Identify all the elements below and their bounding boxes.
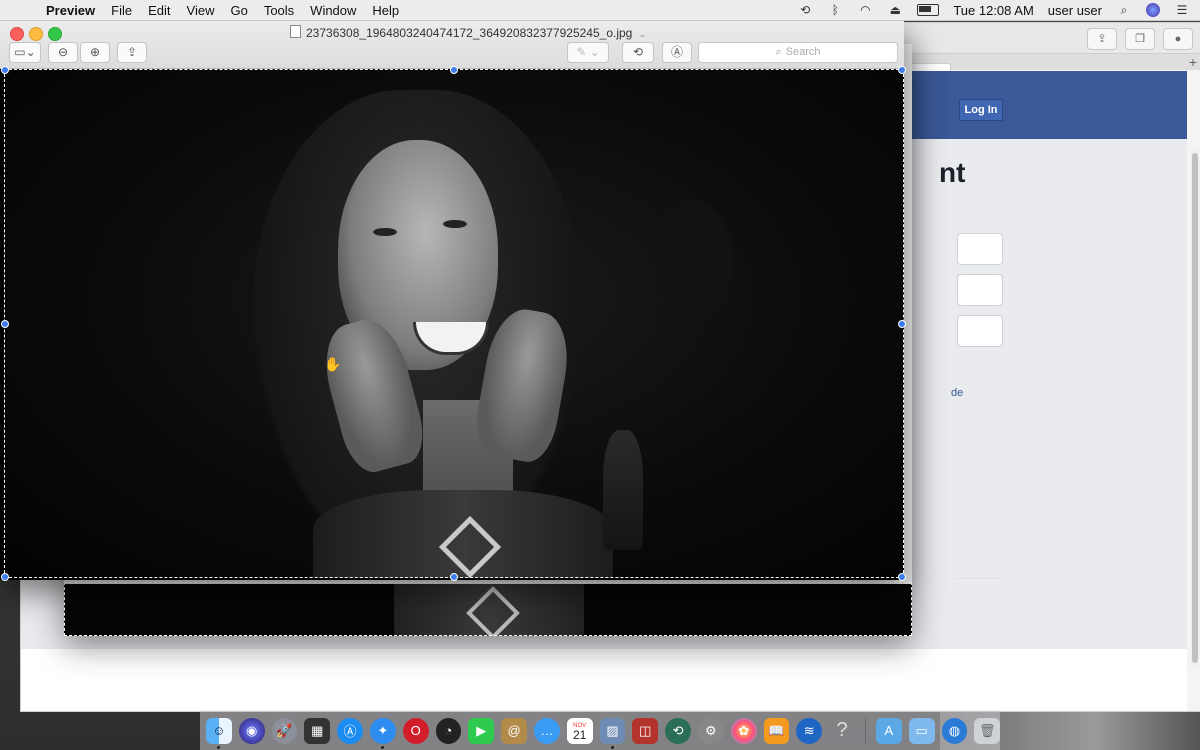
menu-edit[interactable]: Edit [148, 3, 170, 18]
notification-center-icon[interactable]: ☰ [1174, 3, 1190, 17]
browser-scrollbar-thumb[interactable] [1192, 153, 1198, 663]
chevron-down-icon[interactable]: ⌄ [639, 29, 647, 39]
menu-tools[interactable]: Tools [264, 3, 294, 18]
share-icon[interactable]: ⇪ [1087, 28, 1117, 50]
preview-titlebar: 23736308_1964803240474172_36492083237792… [0, 20, 904, 69]
page-heading-fragment: nt [939, 157, 966, 188]
markup-pen-icon[interactable]: ✎ ⌄ [567, 42, 609, 63]
selection-handle-bottom-left[interactable] [1, 573, 9, 581]
share-icon[interactable]: ⇪ [117, 42, 147, 63]
menubar-status-area: ⟲ ᛒ ◠ ⏏ Tue 12:08 AM user user ⌕ ☰ [797, 0, 1190, 20]
contacts-icon[interactable]: @ [501, 717, 527, 744]
photo-background-object [603, 430, 643, 550]
close-window-button[interactable] [10, 27, 24, 41]
calendar-icon[interactable]: NOV 21 [566, 717, 593, 744]
document-icon [290, 25, 301, 38]
selection-handle-top[interactable] [450, 66, 458, 74]
selection-handle-top-right[interactable] [898, 66, 906, 74]
photo-background-shadow [653, 200, 733, 320]
rotate-icon[interactable]: ⟲ [622, 42, 654, 63]
new-tab-icon[interactable]: + [1189, 54, 1197, 70]
menu-go[interactable]: Go [230, 3, 247, 18]
dashboard-icon[interactable]: ◔ [435, 717, 462, 744]
trash-icon[interactable]: 🗑 [974, 717, 1001, 744]
login-button[interactable]: Log In [959, 99, 1003, 121]
running-indicator [217, 745, 220, 749]
time-machine-icon[interactable]: ⟲ [797, 3, 813, 17]
selection-handle-top-left[interactable] [1, 66, 9, 74]
site-footer [21, 649, 1187, 711]
mission-control-icon[interactable]: ▦ [304, 717, 331, 744]
menu-help[interactable]: Help [372, 3, 399, 18]
tabs-overview-icon[interactable]: ❐ [1125, 28, 1155, 50]
safari-icon[interactable]: ✦ [369, 717, 396, 749]
running-indicator [380, 745, 384, 749]
eject-icon[interactable]: ⏏ [887, 3, 903, 17]
preview-icon[interactable]: ▨ [599, 717, 626, 749]
bluetooth-icon[interactable]: ᛒ [827, 3, 843, 17]
zoom-out-icon[interactable]: ⊖ [48, 42, 78, 63]
zoom-in-icon[interactable]: ⊕ [80, 42, 110, 63]
menubar-clock[interactable]: Tue 12:08 AM [953, 3, 1033, 18]
system-preferences-icon[interactable]: ⚙ [697, 717, 724, 744]
unknown-app-question-icon[interactable]: ? [829, 718, 855, 744]
sidebar-toggle-icon[interactable]: ▭⌄ [9, 42, 41, 63]
photo-canvas[interactable] [3, 70, 903, 578]
document-title-text: 23736308_1964803240474172_36492083237792… [306, 26, 633, 40]
selection-marquee-background [64, 582, 912, 636]
page-link-fragment[interactable]: de [951, 387, 963, 399]
openoffice-icon[interactable]: ≋ [796, 717, 823, 744]
siri-icon[interactable] [1146, 3, 1160, 17]
app-menu[interactable]: Preview [46, 3, 95, 18]
photos-icon[interactable]: ✿ [730, 717, 757, 744]
calendar-day: 21 [572, 727, 587, 742]
photo-eye-right [443, 220, 467, 228]
menu-view[interactable]: View [187, 3, 215, 18]
selection-handle-bottom[interactable] [450, 573, 458, 581]
time-machine-icon[interactable]: ⟲ [665, 717, 691, 744]
facetime-icon[interactable]: ▶ [468, 717, 495, 744]
opera-icon[interactable]: O [402, 717, 429, 744]
launchpad-icon[interactable]: 🚀 [271, 717, 298, 744]
form-field-1[interactable] [957, 233, 1003, 265]
minimize-window-button[interactable] [29, 27, 43, 41]
globe-icon[interactable]: ◍ [941, 717, 968, 744]
fullscreen-window-button[interactable] [48, 27, 62, 41]
battery-icon[interactable] [917, 4, 940, 16]
applications-folder-icon[interactable]: A [875, 717, 902, 744]
search-icon: ⌕ [775, 46, 782, 58]
preview-window: 23736308_1964803240474172_36492083237792… [0, 20, 906, 581]
markup-toolbar-icon[interactable]: Ⓐ [662, 42, 692, 63]
photo-booth-icon[interactable]: ◫ [632, 717, 659, 744]
menubar: Preview File Edit View Go Tools Window H… [0, 0, 1200, 21]
hand-cursor-icon: ✋ [324, 356, 342, 372]
adblock-icon[interactable]: ● [1163, 28, 1193, 50]
selection-handle-bottom-right[interactable] [898, 573, 906, 581]
form-field-2[interactable] [957, 274, 1003, 306]
divider [955, 578, 1003, 579]
wifi-icon[interactable]: ◠ [857, 3, 873, 17]
dock: ☺ ◉ 🚀 ▦ Ⓐ ✦ O ◔ ▶ @ … NOV 21 ▨ ◫ ⟲ ⚙ ✿ 📖 … [200, 710, 1001, 750]
search-placeholder: Search [785, 46, 821, 58]
running-indicator [610, 745, 614, 749]
selection-handle-left[interactable] [1, 320, 9, 328]
menu-window[interactable]: Window [310, 3, 356, 18]
menubar-user[interactable]: user user [1048, 3, 1102, 18]
spotlight-search-icon[interactable]: ⌕ [1116, 3, 1132, 17]
messages-icon[interactable]: … [533, 717, 560, 744]
documents-folder-icon[interactable]: ▭ [908, 717, 935, 744]
ibooks-icon[interactable]: 📖 [763, 717, 790, 744]
photo-eye-left [373, 228, 397, 236]
form-field-3[interactable] [957, 315, 1003, 347]
search-input[interactable]: ⌕ Search [698, 42, 898, 63]
dock-separator [864, 716, 866, 745]
app-store-icon[interactable]: Ⓐ [337, 717, 363, 744]
document-title[interactable]: 23736308_1964803240474172_36492083237792… [290, 25, 646, 40]
selection-handle-right[interactable] [898, 320, 906, 328]
menu-file[interactable]: File [111, 3, 132, 18]
siri-icon[interactable]: ◉ [238, 717, 265, 744]
finder-icon[interactable]: ☺ [206, 717, 232, 749]
